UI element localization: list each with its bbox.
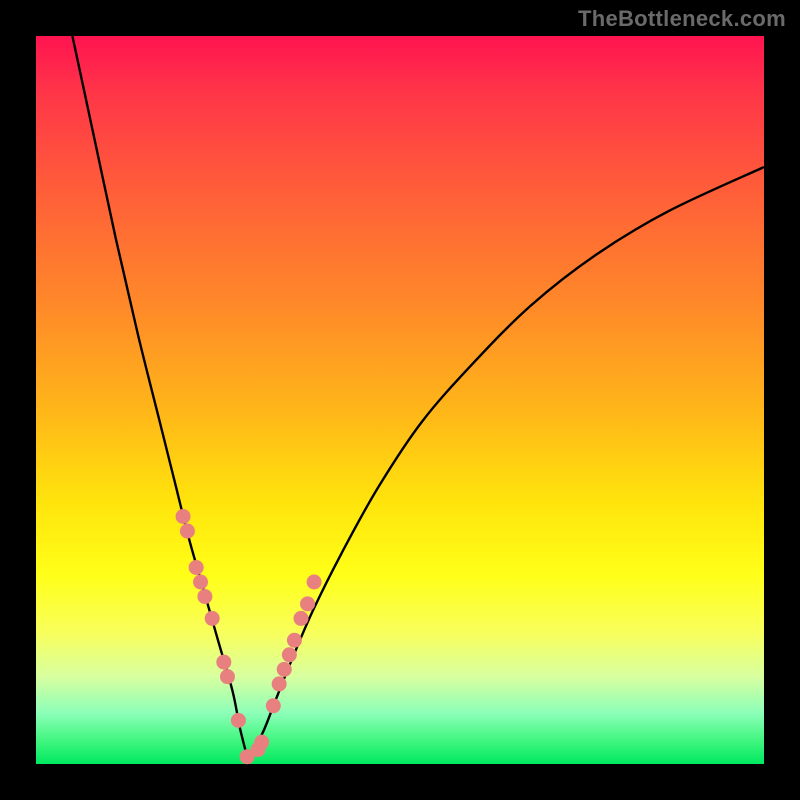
marker-dot: [205, 611, 220, 626]
curve-left: [72, 36, 247, 757]
marker-dot: [180, 524, 195, 539]
marker-dot: [287, 633, 302, 648]
marker-dot: [254, 735, 269, 750]
marker-dot: [189, 560, 204, 575]
marker-dot: [266, 698, 281, 713]
marker-dot: [231, 713, 246, 728]
marker-dot: [277, 662, 292, 677]
marker-dot: [197, 589, 212, 604]
curve-right: [247, 167, 764, 757]
watermark-text: TheBottleneck.com: [578, 6, 786, 32]
marker-dot: [282, 647, 297, 662]
marker-group: [176, 509, 322, 764]
marker-dot: [216, 655, 231, 670]
marker-dot: [307, 575, 322, 590]
chart-svg: [36, 36, 764, 764]
marker-dot: [293, 611, 308, 626]
plot-area: [36, 36, 764, 764]
marker-dot: [220, 669, 235, 684]
marker-dot: [272, 676, 287, 691]
marker-dot: [300, 596, 315, 611]
marker-dot: [176, 509, 191, 524]
outer-frame: TheBottleneck.com: [0, 0, 800, 800]
marker-dot: [193, 575, 208, 590]
